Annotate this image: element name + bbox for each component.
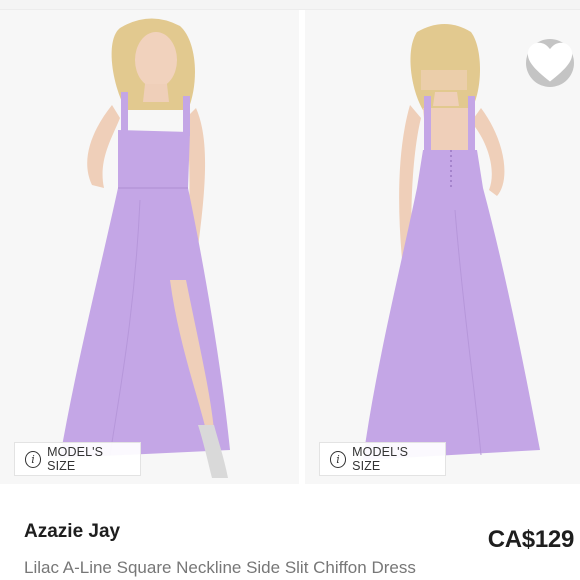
favorite-button[interactable] [526, 39, 574, 87]
product-photo-back[interactable]: i MODEL'S SIZE [305, 10, 580, 484]
models-size-label-back: MODEL'S SIZE [352, 445, 409, 473]
top-strip [0, 0, 580, 10]
price: CA$129 [487, 526, 575, 553]
product-photo-front[interactable]: i MODEL'S SIZE [0, 10, 299, 484]
heart-icon [527, 42, 573, 82]
front-model-illustration [60, 18, 230, 478]
models-size-button-back[interactable]: i MODEL'S SIZE [319, 442, 446, 476]
info-icon: i [330, 450, 347, 468]
info-icon: i [25, 450, 42, 468]
models-size-button[interactable]: i MODEL'S SIZE [14, 442, 141, 476]
brand-name: Azazie Jay [24, 521, 121, 542]
product-title[interactable]: Lilac A-Line Square Neckline Side Slit C… [24, 558, 416, 578]
models-size-label: MODEL'S SIZE [47, 445, 104, 473]
